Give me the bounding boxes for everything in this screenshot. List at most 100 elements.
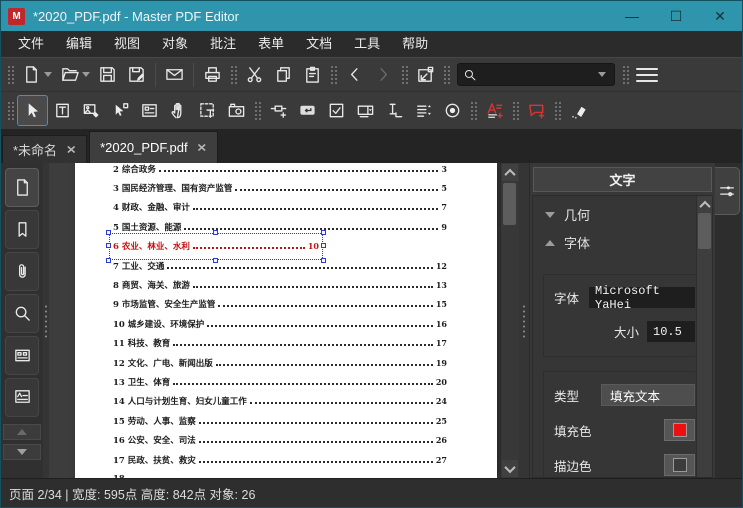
- toc-line[interactable]: 18: [113, 469, 447, 478]
- font-size-field[interactable]: 10.5: [647, 321, 695, 342]
- type-dropdown[interactable]: 填充文本: [601, 384, 695, 406]
- scroll-down-button[interactable]: [502, 460, 518, 477]
- toc-line[interactable]: 7 工业、交通 12: [113, 256, 447, 275]
- toolbar-grip[interactable]: [254, 99, 261, 122]
- panel-scrollbar[interactable]: [696, 196, 712, 477]
- attachments-panel-button[interactable]: [5, 252, 39, 291]
- toc-line[interactable]: 11 科技、教育 17: [113, 334, 447, 353]
- toolbar-grip[interactable]: [443, 63, 450, 86]
- toolbar-grip[interactable]: [470, 99, 477, 122]
- hand-tool[interactable]: [164, 97, 193, 124]
- zoom-to-selection-button[interactable]: [411, 61, 440, 88]
- search-dropdown-icon[interactable]: [598, 72, 606, 77]
- close-button[interactable]: ✕: [698, 1, 742, 31]
- tab-2020-pdf[interactable]: *2020_PDF.pdf ✕: [89, 131, 218, 163]
- eraser-tool[interactable]: [564, 97, 593, 124]
- geometry-section-header[interactable]: 几何: [533, 196, 695, 224]
- edit-forms-tool[interactable]: [135, 97, 164, 124]
- document-scrollbar[interactable]: [500, 163, 519, 478]
- toc-line[interactable]: 17 民政、扶贫、救灾 27: [113, 450, 447, 469]
- bookmarks-panel-button[interactable]: [5, 210, 39, 249]
- back-button[interactable]: [340, 61, 369, 88]
- cut-button[interactable]: [240, 61, 269, 88]
- toc-line[interactable]: 5 国土资源、能源 9: [113, 217, 447, 236]
- toc-line[interactable]: 8 商贸、海关、旅游 13: [113, 275, 447, 294]
- toolbar-grip[interactable]: [554, 99, 561, 122]
- push-button-field-tool[interactable]: [293, 97, 322, 124]
- document-view[interactable]: 2 综合政务 3 3 国民经济管理、国有资产监管 5 4 财政、金融、审计 7 …: [49, 163, 519, 478]
- form-fields-panel-button[interactable]: [5, 336, 39, 375]
- tab-close-icon[interactable]: ✕: [197, 141, 207, 154]
- scrollbar-thumb[interactable]: [698, 213, 711, 249]
- toc-line[interactable]: 2 综合政务 3: [113, 163, 447, 178]
- toc-line[interactable]: 9 市场监管、安全生产监管 15: [113, 295, 447, 314]
- toolbar-grip[interactable]: [401, 63, 408, 86]
- minimize-button[interactable]: —: [610, 1, 654, 31]
- checkbox-field-tool[interactable]: [322, 97, 351, 124]
- edit-image-tool[interactable]: [77, 97, 106, 124]
- scroll-up-button[interactable]: [502, 164, 518, 181]
- toc-line[interactable]: 14 人口与计划生育、妇女儿童工作 24: [113, 392, 447, 411]
- menu-item[interactable]: 视图: [103, 31, 151, 57]
- toolbar-grip[interactable]: [7, 99, 14, 122]
- panel-splitter[interactable]: [519, 163, 529, 478]
- menu-item[interactable]: 表单: [247, 31, 295, 57]
- pdf-page[interactable]: 2 综合政务 3 3 国民经济管理、国有资产监管 5 4 财政、金融、审计 7 …: [75, 163, 497, 478]
- email-button[interactable]: [160, 61, 189, 88]
- toc-line[interactable]: 10 城乡建设、环境保护 16: [113, 314, 447, 333]
- open-file-dropdown-icon[interactable]: [82, 72, 90, 77]
- add-sticky-note-tool[interactable]: [522, 97, 551, 124]
- listbox-field-tool[interactable]: [409, 97, 438, 124]
- stroke-color-button[interactable]: [664, 454, 695, 476]
- font-family-field[interactable]: Microsoft YaHei: [589, 284, 695, 312]
- copy-button[interactable]: [269, 61, 298, 88]
- open-file-button[interactable]: [55, 61, 84, 88]
- page-thumbnails-panel-button[interactable]: [5, 168, 39, 207]
- toolbar-grip[interactable]: [7, 63, 14, 86]
- toc-line[interactable]: 6 农业、林业、水利 10: [106, 229, 326, 263]
- menu-item[interactable]: 批注: [199, 31, 247, 57]
- sidebar-scroll-up-button[interactable]: [3, 424, 41, 440]
- overflow-menu-button[interactable]: [632, 61, 661, 88]
- toc-line[interactable]: 4 财政、金融、审计 7: [113, 198, 447, 217]
- tab-untitled[interactable]: *未命名 ✕: [2, 135, 88, 163]
- maximize-button[interactable]: ☐: [654, 1, 698, 31]
- edit-path-tool[interactable]: [106, 97, 135, 124]
- toolbar-grip[interactable]: [622, 63, 629, 86]
- new-document-dropdown-icon[interactable]: [44, 72, 52, 77]
- snapshot-tool[interactable]: [222, 97, 251, 124]
- edit-text-tool[interactable]: [48, 97, 77, 124]
- toc-line[interactable]: 3 国民经济管理、国有资产监管 5: [113, 178, 447, 197]
- search-input[interactable]: [477, 66, 600, 83]
- scroll-up-button[interactable]: [698, 197, 711, 212]
- toolbar-grip[interactable]: [230, 63, 237, 86]
- toc-line[interactable]: 12 文化、广电、新闻出版 19: [113, 353, 447, 372]
- paste-button[interactable]: [298, 61, 327, 88]
- menu-item[interactable]: 帮助: [391, 31, 439, 57]
- menu-item[interactable]: 编辑: [55, 31, 103, 57]
- select-tool[interactable]: [17, 95, 48, 126]
- toolbar-grip[interactable]: [512, 99, 519, 122]
- search-box[interactable]: [457, 63, 615, 86]
- menu-item[interactable]: 文件: [7, 31, 55, 57]
- combobox-field-tool[interactable]: [351, 97, 380, 124]
- sidebar-scroll-down-button[interactable]: [3, 444, 41, 460]
- signature-panel-button[interactable]: [5, 378, 39, 417]
- fill-color-button[interactable]: [664, 419, 695, 441]
- font-section-header[interactable]: 字体: [533, 224, 695, 252]
- toc-line[interactable]: 15 劳动、人事、监察 25: [113, 411, 447, 430]
- print-button[interactable]: [198, 61, 227, 88]
- add-link-tool[interactable]: [264, 97, 293, 124]
- menu-item[interactable]: 对象: [151, 31, 199, 57]
- search-panel-button[interactable]: [5, 294, 39, 333]
- toc-line[interactable]: 16 公安、安全、司法 26: [113, 430, 447, 449]
- menu-item[interactable]: 工具: [343, 31, 391, 57]
- toc-line[interactable]: 13 卫生、体育 20: [113, 372, 447, 391]
- tab-close-icon[interactable]: ✕: [66, 143, 76, 156]
- add-text-annotation-tool[interactable]: [480, 97, 509, 124]
- new-document-button[interactable]: [17, 61, 46, 88]
- menu-item[interactable]: 文档: [295, 31, 343, 57]
- save-as-button[interactable]: [122, 61, 151, 88]
- toolbar-grip[interactable]: [330, 63, 337, 86]
- text-field-tool[interactable]: [380, 97, 409, 124]
